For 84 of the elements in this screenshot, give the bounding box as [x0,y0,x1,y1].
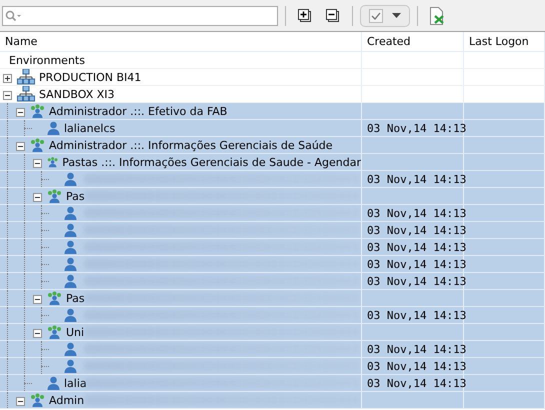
tree-row[interactable]: 03 Nov,14 14:13 [0,341,545,358]
user-icon [64,240,77,254]
network-icon [17,86,35,102]
item-name: lalianelcs [64,122,116,134]
collapse-icon[interactable] [16,396,25,406]
users-group-icon [47,325,62,339]
collapse-icon[interactable] [33,158,42,168]
tree-row[interactable]: 03 Nov,14 14:13 [0,256,545,273]
collapse-icon[interactable] [33,192,42,202]
created-date: 03 Nov,14 14:13 [367,376,466,390]
tree-row[interactable]: PRODUCTION BI41 [0,69,545,86]
created-date: 03 Nov,14 14:13 [367,240,466,254]
user-icon [47,121,60,135]
tree-row[interactable]: Administrador .::. Efetivo da FAB [0,103,545,120]
user-icon [64,206,77,220]
item-name: SANDBOX XI3 [39,88,115,100]
search-field[interactable] [2,6,278,26]
tree-row[interactable]: SANDBOX XI3 [0,86,545,103]
user-icon [47,376,60,390]
tree-row[interactable]: Admin [0,392,545,409]
tree-row[interactable]: Pas [0,290,545,307]
collapse-icon[interactable] [16,108,25,116]
item-name: Pas [66,292,85,304]
user-icon [64,342,77,356]
user-icon [64,257,77,271]
created-date: 03 Nov,14 14:13 [367,122,466,134]
search-icon [5,10,22,22]
tree-row[interactable]: 03 Nov,14 14:13 [0,205,545,222]
users-group-icon [47,189,62,203]
created-date: 03 Nov,14 14:13 [367,224,466,236]
tree-row[interactable]: Pastas .::. Informações Gerenciais de Saude - Agendar [0,154,545,171]
tree-row[interactable]: 03 Nov,14 14:13 [0,171,545,188]
item-name: Pas [66,190,85,202]
item-name: Administrador .::. Efetivo da FAB [49,104,228,118]
column-header[interactable]: Created [362,32,464,51]
tree-row[interactable]: 03 Nov,14 14:13 [0,358,545,375]
tree-row[interactable]: 03 Nov,14 14:13 [0,273,545,290]
collapse-all-icon [326,8,340,22]
caret-icon [392,13,402,18]
created-date: 03 Nov,14 14:13 [367,308,466,322]
user-icon [64,274,77,288]
network-icon [17,69,35,85]
tree-row[interactable]: lalianelcs 03 Nov,14 14:13 [0,120,545,137]
tree-row[interactable]: lalia 03 Nov,14 14:13 [0,375,545,392]
user-icon [64,172,77,186]
users-group-icon [30,104,45,118]
collapse-icon[interactable] [33,294,42,304]
tree-row[interactable]: Environments [0,52,545,69]
item-name: Uni [66,326,84,338]
users-group-icon [30,138,45,152]
created-date: 03 Nov,14 14:13 [367,258,466,270]
spreadsheet-export-icon [428,6,446,24]
created-date: 03 Nov,14 14:13 [367,342,466,356]
user-icon [64,359,77,373]
check-icon [368,8,383,22]
collapse-icon[interactable] [16,142,25,150]
item-name: Admin [49,394,84,406]
column-header[interactable]: Last Logon [464,32,545,51]
collapse-icon[interactable] [33,328,42,338]
tree-row[interactable]: 03 Nov,14 14:13 [0,307,545,324]
item-name: Pastas .::. Informações Gerenciais de Saude - Agendar [62,156,361,168]
item-name: Environments [9,54,85,66]
item-name: lalia [64,376,87,390]
tree-row[interactable]: Pas [0,188,545,205]
user-icon [64,308,77,322]
expand-icon[interactable] [3,74,12,82]
user-icon [64,223,77,237]
created-date: 03 Nov,14 14:13 [367,206,466,220]
check-dropdown-button[interactable] [360,4,410,26]
tree-row[interactable]: 03 Nov,14 14:13 [0,222,545,239]
created-date: 03 Nov,14 14:13 [367,360,466,372]
collapse-icon[interactable] [3,90,12,100]
expand-all-icon [298,8,312,22]
created-date: 03 Nov,14 14:13 [367,274,466,288]
item-name: Administrador .::. Informações Gerenciais de Saúde [49,138,333,152]
item-name: PRODUCTION BI41 [39,70,142,84]
users-group-icon [47,155,58,169]
tree-row[interactable]: Uni [0,324,545,341]
tree-row[interactable]: 03 Nov,14 14:13 [0,239,545,256]
tree-row[interactable]: Administrador .::. Informações Gerenciais de Saúde [0,137,545,154]
users-group-icon [30,393,45,407]
column-header[interactable]: Name [0,32,362,51]
created-date: 03 Nov,14 14:13 [367,172,466,186]
users-group-icon [47,291,62,305]
